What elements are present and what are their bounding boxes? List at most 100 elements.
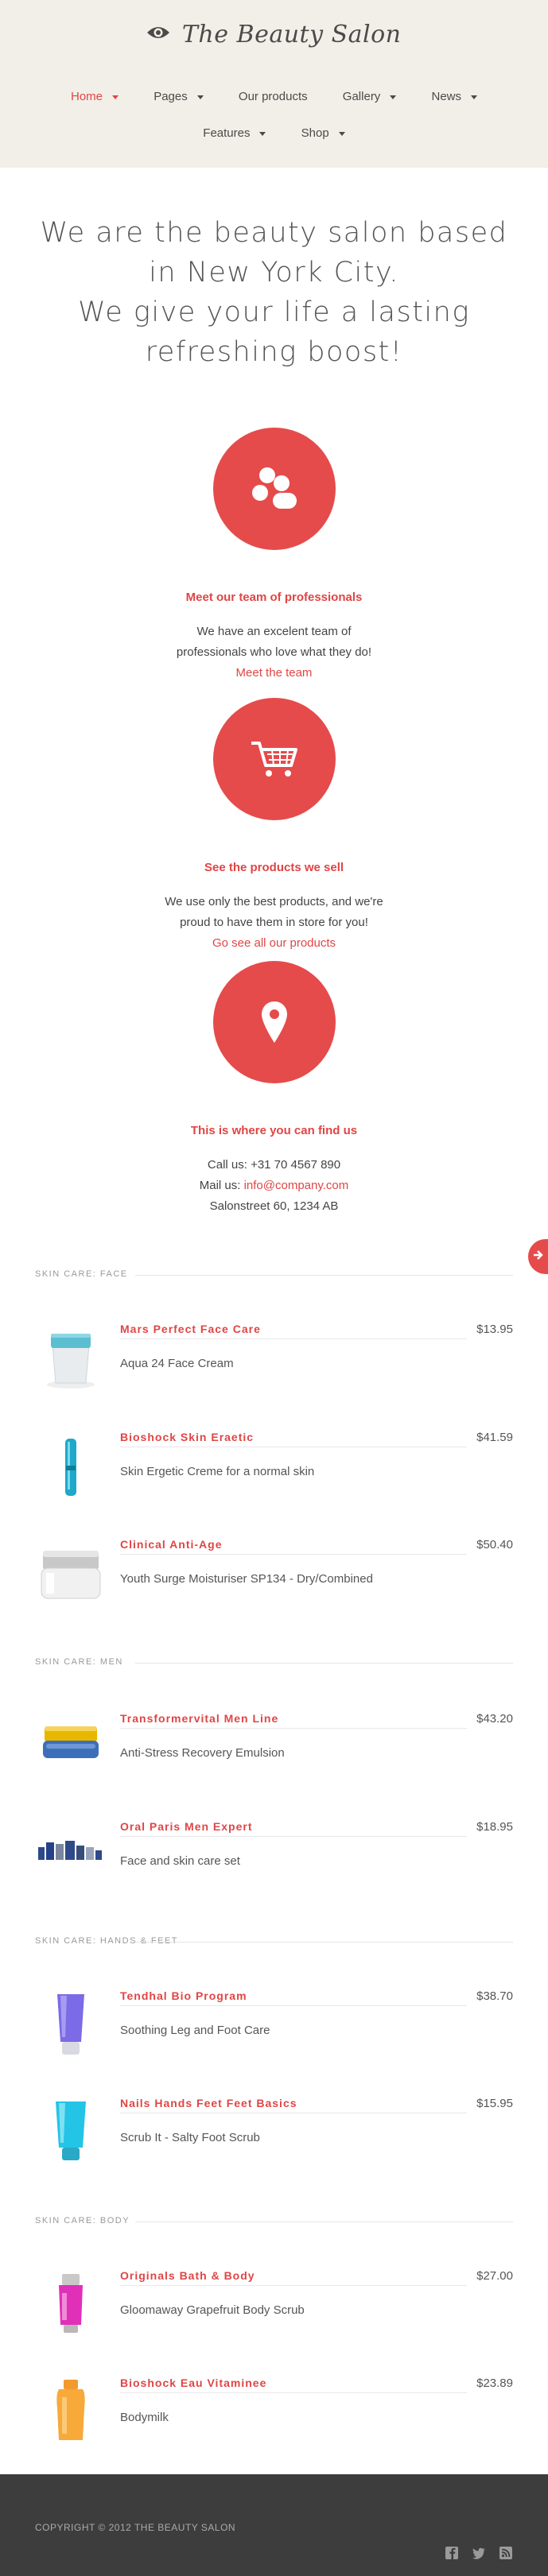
section-heading-hands-feet: SKIN CARE: HANDS & FEET <box>35 1936 178 1946</box>
map-pin-icon[interactable] <box>212 961 336 1083</box>
rss-icon[interactable] <box>499 2546 513 2560</box>
price-leader-line <box>120 1836 467 1837</box>
mail-label: Mail us: <box>199 1179 244 1192</box>
price-leader-line <box>120 2392 467 2393</box>
nav-label: Shop <box>301 126 329 140</box>
nav-item-features[interactable]: Features <box>203 126 266 140</box>
product-image[interactable] <box>35 2269 107 2349</box>
product-item[interactable]: Oral Paris Men Expert $18.95 Face and sk… <box>35 1820 513 1908</box>
product-image[interactable] <box>35 1712 107 1792</box>
product-name[interactable]: Mars Perfect Face Care <box>120 1323 261 1335</box>
product-image[interactable] <box>35 1820 107 1900</box>
section-divider <box>135 1275 513 1276</box>
product-description: Anti-Stress Recovery Emulsion <box>120 1746 285 1760</box>
product-image[interactable] <box>35 2377 107 2456</box>
product-item[interactable]: Bioshock Skin Eraetic $41.59 Skin Ergeti… <box>35 1431 513 1518</box>
social-links <box>445 2546 513 2560</box>
feature-location: This is where you can find us Call us: +… <box>0 961 548 1217</box>
nav-item-pages[interactable]: Pages <box>154 90 204 103</box>
address-text: Salonstreet 60, 1234 AB <box>209 1199 339 1213</box>
logo[interactable]: The Beauty Salon <box>0 21 548 48</box>
nav-label: News <box>431 90 461 103</box>
product-name[interactable]: Bioshock Eau Vitaminee <box>120 2377 266 2389</box>
email-link[interactable]: info@company.com <box>244 1179 349 1192</box>
site-footer: COPYRIGHT © 2012 THE BEAUTY SALON <box>0 2474 548 2576</box>
section-divider <box>135 1663 513 1664</box>
product-name[interactable]: Oral Paris Men Expert <box>120 1820 253 1833</box>
feature-text-line: proud to have them in store for you! <box>180 916 368 929</box>
nav-item-our-products[interactable]: Our products <box>239 90 308 103</box>
product-name[interactable]: Clinical Anti-Age <box>120 1538 223 1551</box>
chevron-down-icon <box>338 131 345 136</box>
site-title: The Beauty Salon <box>181 21 402 48</box>
product-name[interactable]: Originals Bath & Body <box>120 2269 255 2282</box>
product-item[interactable]: Nails Hands Feet Feet Basics $15.95 Scru… <box>35 2097 513 2184</box>
feature-text-line: professionals who love what they do! <box>176 645 372 659</box>
product-description: Youth Surge Moisturiser SP134 - Dry/Comb… <box>120 1572 373 1586</box>
phone-text: Call us: +31 70 4567 890 <box>207 1158 341 1172</box>
twitter-icon[interactable] <box>472 2546 486 2560</box>
mail-text: Mail us: info@company.com <box>0 1176 548 1196</box>
hero-tagline: We are the beauty salon based in New Yor… <box>32 213 516 372</box>
product-image[interactable] <box>35 1989 107 2069</box>
nav-item-shop[interactable]: Shop <box>301 126 345 140</box>
product-description: Gloomaway Grapefruit Body Scrub <box>120 2303 305 2317</box>
nav-label: Pages <box>154 90 188 103</box>
cart-icon[interactable] <box>212 698 336 820</box>
feature-team: Meet our team of professionals We have a… <box>0 428 548 684</box>
section-divider <box>135 1942 513 1943</box>
price-leader-line <box>120 1554 467 1555</box>
product-name[interactable]: Bioshock Skin Eraetic <box>120 1431 254 1443</box>
product-item[interactable]: Tendhal Bio Program $38.70 Soothing Leg … <box>35 1989 513 2077</box>
product-item[interactable]: Mars Perfect Face Care $13.95 Aqua 24 Fa… <box>35 1323 513 1410</box>
product-item[interactable]: Transformervital Men Line $43.20 Anti-St… <box>35 1712 513 1799</box>
copyright-text: COPYRIGHT © 2012 THE BEAUTY SALON <box>35 2522 236 2533</box>
section-heading-face: SKIN CARE: FACE <box>35 1269 128 1279</box>
eye-icon <box>146 25 170 45</box>
nav-item-home[interactable]: Home <box>71 90 119 103</box>
product-image[interactable] <box>35 1431 107 1510</box>
hero-line: We give your life a lasting <box>78 296 470 328</box>
product-price: $18.95 <box>476 1820 513 1834</box>
product-price: $50.40 <box>476 1538 513 1551</box>
hero-line: refreshing boost! <box>145 336 403 368</box>
product-item[interactable]: Originals Bath & Body $27.00 Gloomaway G… <box>35 2269 513 2357</box>
side-panel-toggle[interactable] <box>528 1239 548 1274</box>
team-icon[interactable] <box>212 428 336 550</box>
product-item[interactable]: Bioshock Eau Vitaminee $23.89 Bodymilk <box>35 2377 513 2464</box>
chevron-down-icon <box>196 95 204 99</box>
price-leader-line <box>120 2285 467 2286</box>
product-image[interactable] <box>35 2097 107 2176</box>
product-item[interactable]: Clinical Anti-Age $50.40 Youth Surge Moi… <box>35 1538 513 1625</box>
hero-line: We are the beauty salon based <box>40 217 508 249</box>
product-name[interactable]: Transformervital Men Line <box>120 1712 278 1725</box>
product-price: $38.70 <box>476 1989 513 2003</box>
contact-info: Call us: +31 70 4567 890 Mail us: info@c… <box>0 1155 548 1217</box>
product-description: Soothing Leg and Foot Care <box>120 2024 270 2037</box>
feature-title: See the products we sell <box>204 861 344 874</box>
facebook-icon[interactable] <box>445 2546 459 2560</box>
price-leader-line <box>120 1338 467 1339</box>
main-nav: Home Pages Our products Gallery News <box>0 90 548 103</box>
product-description: Bodymilk <box>120 2411 169 2424</box>
nav-item-news[interactable]: News <box>431 90 477 103</box>
product-image[interactable] <box>35 1538 107 1617</box>
chevron-down-icon <box>112 95 119 99</box>
meet-the-team-link[interactable]: Meet the team <box>0 663 548 684</box>
nav-label: Gallery <box>342 90 381 103</box>
see-all-products-link[interactable]: Go see all our products <box>0 933 548 954</box>
nav-item-gallery[interactable]: Gallery <box>343 90 397 103</box>
product-name[interactable]: Nails Hands Feet Feet Basics <box>120 2097 297 2109</box>
product-price: $27.00 <box>476 2269 513 2283</box>
chevron-down-icon <box>259 131 266 136</box>
product-description: Scrub It - Salty Foot Scrub <box>120 2131 260 2144</box>
feature-text-line: We have an excelent team of <box>196 625 352 638</box>
product-image[interactable] <box>35 1323 107 1402</box>
product-name[interactable]: Tendhal Bio Program <box>120 1989 247 2002</box>
feature-text: We use only the best products, and we're… <box>0 892 548 954</box>
feature-products: See the products we sell We use only the… <box>0 698 548 954</box>
feature-text: We have an excelent team of professional… <box>0 622 548 684</box>
product-price: $43.20 <box>476 1712 513 1726</box>
feature-title: This is where you can find us <box>190 1124 358 1137</box>
section-heading-body: SKIN CARE: BODY <box>35 2216 130 2225</box>
